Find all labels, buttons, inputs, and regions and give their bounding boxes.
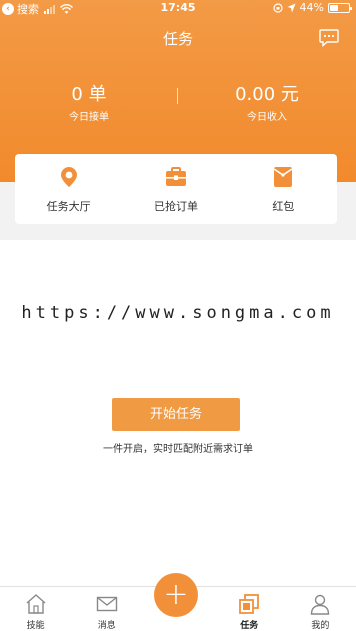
income-label: 今日收入	[247, 112, 287, 123]
tab-skills-label: 技能	[26, 621, 45, 631]
rotation-lock-icon	[272, 2, 283, 13]
red-envelope-icon	[273, 167, 293, 187]
task-icon	[239, 594, 260, 614]
page-title: 任务	[162, 30, 193, 48]
mail-icon	[96, 596, 117, 612]
briefcase-icon	[165, 167, 186, 186]
battery-percent: 44%	[299, 1, 324, 14]
quick-menu-card: 任务大厅 已抢订单 红包	[15, 154, 337, 224]
stats-divider	[177, 88, 178, 104]
add-button[interactable]: +	[154, 573, 198, 617]
today-stats: 0 单 今日接单 0.00 元 今日收入	[0, 80, 356, 130]
tab-tasks-label: 任务	[240, 621, 259, 631]
tab-profile-label: 我的	[311, 621, 330, 631]
income-stat: 0.00 元 今日收入	[178, 80, 356, 130]
location-pin-icon	[60, 167, 77, 187]
start-task-button[interactable]: 开始任务	[112, 398, 240, 431]
income-value: 0.00 元	[235, 84, 299, 105]
plus-icon: +	[163, 577, 189, 612]
location-arrow-icon	[287, 3, 296, 12]
status-right: 44%	[272, 1, 352, 14]
orders-label: 今日接单	[69, 112, 109, 123]
orders-value: 0 单	[71, 84, 107, 105]
nav-bar: 任务	[0, 16, 356, 60]
orders-stat: 0 单 今日接单	[0, 80, 178, 130]
battery-icon	[328, 2, 352, 13]
task-hall-button[interactable]: 任务大厅	[15, 154, 122, 224]
tab-messages-label: 消息	[97, 621, 116, 631]
profile-icon	[311, 594, 330, 615]
tab-profile[interactable]: 我的	[285, 587, 356, 631]
start-task-hint: 一件开启，实时匹配附近需求订单	[103, 444, 253, 455]
tab-tasks[interactable]: 任务	[214, 587, 285, 631]
task-hall-label: 任务大厅	[46, 200, 91, 213]
home-icon	[26, 594, 46, 614]
red-envelope-label: 红包	[272, 200, 295, 213]
tab-skills[interactable]: 技能	[0, 587, 71, 631]
tab-messages[interactable]: 消息	[71, 587, 142, 631]
message-icon[interactable]	[319, 29, 339, 47]
watermark-text: https://www.songma.com	[21, 303, 335, 323]
status-bar: ‹ 搜索 17:45 44%	[0, 0, 356, 16]
grabbed-orders-label: 已抢订单	[153, 200, 198, 213]
red-envelope-button[interactable]: 红包	[230, 154, 337, 224]
grabbed-orders-button[interactable]: 已抢订单	[122, 154, 229, 224]
